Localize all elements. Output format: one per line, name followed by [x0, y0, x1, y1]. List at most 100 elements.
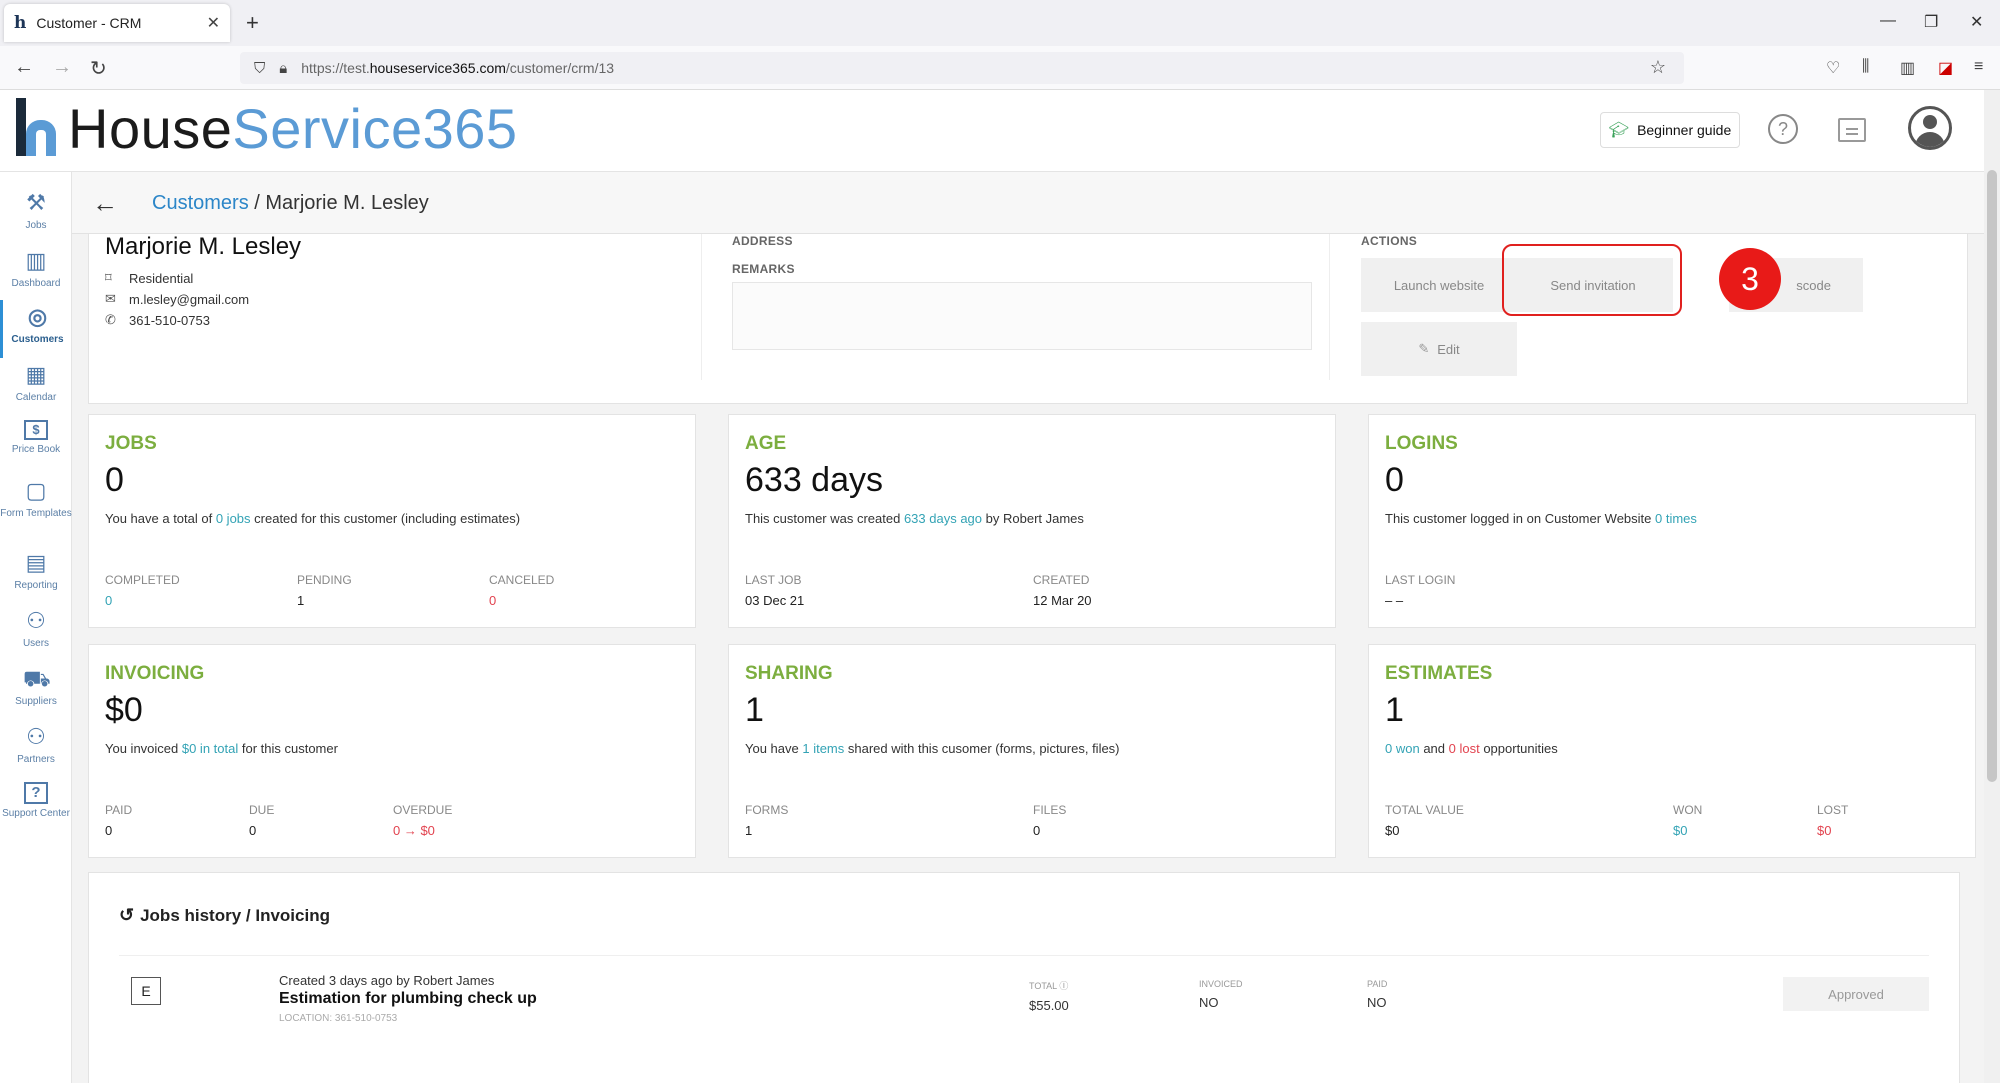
page-scrollbar[interactable]	[1984, 90, 2000, 1083]
customer-name: Marjorie M. Lesley	[105, 233, 302, 260]
launch-website-button[interactable]: Launch website	[1361, 258, 1517, 312]
jobs-link[interactable]: 0 jobs	[216, 511, 251, 526]
shield-icon: ⛉	[254, 59, 266, 77]
invoicing-value: $0	[105, 691, 143, 729]
breadcrumb-customers-link[interactable]: Customers	[152, 192, 249, 214]
history-icon: ↺	[119, 905, 135, 925]
sidebar-item-price-book[interactable]: $ Price Book	[0, 416, 72, 474]
jobs-completed: COMPLETED 0	[105, 573, 180, 608]
entry-status-badge[interactable]: Approved	[1783, 977, 1929, 1011]
step-badge: 3	[1719, 248, 1781, 310]
envelope-icon: ✉	[105, 291, 116, 306]
customer-email[interactable]: ✉ m.lesley@gmail.com	[105, 291, 249, 307]
sidebar-item-support-center[interactable]: ? Support Center	[0, 778, 72, 848]
close-window-icon[interactable]: ✕	[1970, 12, 1983, 32]
sidebar-item-dashboard[interactable]: ▥ Dashboard	[0, 244, 72, 302]
logo[interactable]: HouseService365	[12, 98, 518, 160]
invoicing-paid: PAID 0	[105, 803, 133, 838]
invoicing-overdue: OVERDUE 0 → $0	[393, 803, 453, 838]
sharing-card: SHARING 1 You have 1 items shared with t…	[728, 644, 1336, 858]
browser-tab[interactable]: h Customer - CRM ✕	[4, 4, 230, 42]
breadcrumb: Customers / Marjorie M. Lesley	[152, 192, 429, 214]
main-content: Marjorie M. Lesley ⌑ Residential ✉ m.lesle…	[72, 233, 1984, 1083]
jobs-canceled: CANCELED 0	[489, 573, 555, 608]
estimates-title: ESTIMATES	[1385, 663, 1493, 684]
sidebar-item-form-templates[interactable]: ▢ Form Templates	[0, 474, 72, 544]
sidebar-item-calendar[interactable]: ▦ Calendar	[0, 358, 72, 416]
entry-name[interactable]: Estimation for plumbing check up	[279, 990, 537, 1008]
address-bar[interactable]: ⛉ 🔒︎ https://test.houseservice365.com/cu…	[240, 52, 1684, 84]
pocket-icon[interactable]: ♡	[1826, 58, 1840, 78]
sharing-value: 1	[745, 691, 764, 729]
sidebar-toggle-icon[interactable]: ▥	[1900, 58, 1915, 78]
entry-paid: PAID NO	[1367, 979, 1388, 1010]
sidebar-item-partners[interactable]: ⚇ Partners	[0, 720, 72, 778]
bookmark-star-icon[interactable]: ☆	[1650, 57, 1666, 78]
estimates-won: WON $0	[1673, 803, 1703, 838]
url-text: https://test.houseservice365.com/custome…	[301, 60, 615, 76]
logins-last-login: LAST LOGIN – –	[1385, 573, 1456, 608]
minimize-icon[interactable]: —	[1880, 12, 1896, 30]
users-icon: ⚇	[26, 608, 46, 633]
user-avatar[interactable]	[1908, 106, 1952, 150]
age-last-job: LAST JOB 03 Dec 21	[745, 573, 805, 608]
back-icon[interactable]: ←	[14, 56, 34, 79]
estimates-total-value: TOTAL VALUE $0	[1385, 803, 1464, 838]
breadcrumb-bar: ← Customers / Marjorie M. Lesley	[72, 172, 1984, 234]
invoicing-title: INVOICING	[105, 663, 205, 684]
logo-text: HouseService365	[68, 97, 518, 160]
back-arrow-icon[interactable]: ←	[92, 188, 118, 219]
help-icon[interactable]: ?	[1768, 114, 1798, 144]
sidebar-item-reporting[interactable]: ▤ Reporting	[0, 546, 72, 604]
scrollbar-thumb[interactable]	[1987, 170, 1997, 782]
beginner-guide-button[interactable]: 🎓︎ Beginner guide	[1600, 112, 1740, 148]
browser-nav-bar: ← → ↻ ⛉ 🔒︎ https://test.houseservice365.…	[0, 46, 2000, 90]
form-icon: ▢	[25, 478, 47, 503]
age-description: This customer was created 633 days ago b…	[745, 511, 1084, 526]
sidebar-item-customers[interactable]: ◎ Customers	[0, 300, 72, 358]
sidebar-item-users[interactable]: ⚇ Users	[0, 604, 72, 662]
jobs-title: JOBS	[105, 433, 157, 454]
estimates-description: 0 won and 0 lost opportunities	[1385, 741, 1558, 756]
age-value: 633 days	[745, 461, 883, 499]
sharing-forms: FORMS 1	[745, 803, 789, 838]
divider	[119, 955, 1929, 956]
logins-card: LOGINS 0 This customer logged in on Cust…	[1368, 414, 1976, 628]
restore-icon[interactable]: ❐	[1924, 12, 1938, 32]
history-title: ↺ Jobs history / Invoicing	[119, 905, 330, 925]
entry-location: LOCATION: 361-510-0753	[279, 1013, 398, 1024]
entry-total: TOTAL ⓘ $55.00	[1029, 981, 1069, 1013]
sidebar-item-suppliers[interactable]: ⛟ Suppliers	[0, 662, 72, 720]
report-icon: ▤	[25, 550, 47, 575]
favicon-icon: h	[14, 13, 27, 33]
new-tab-button[interactable]: +	[246, 10, 259, 36]
documents-icon[interactable]	[1838, 118, 1866, 142]
forward-icon[interactable]: →	[52, 56, 72, 79]
sidebar: ⚒ Jobs ▥ Dashboard ◎ Customers ▦ Calenda…	[0, 172, 72, 1083]
browser-tab-bar: h Customer - CRM ✕ + — ❐ ✕	[0, 0, 2000, 46]
estimates-value: 1	[1385, 691, 1404, 729]
breadcrumb-current: Marjorie M. Lesley	[265, 192, 429, 214]
close-tab-icon[interactable]: ✕	[207, 13, 220, 33]
entry-type-badge: E	[131, 977, 161, 1005]
estimates-lost: LOST $0	[1817, 803, 1849, 838]
customer-profile-card: Marjorie M. Lesley ⌑ Residential ✉ m.lesle…	[88, 233, 1968, 404]
address-label: ADDRESS	[732, 234, 793, 248]
customer-phone[interactable]: ✆ 361-510-0753	[105, 312, 210, 328]
library-icon[interactable]: ⫼	[1862, 58, 1869, 76]
sidebar-item-jobs[interactable]: ⚒ Jobs	[0, 186, 72, 244]
invoicing-due: DUE 0	[249, 803, 275, 838]
remarks-field[interactable]	[732, 282, 1312, 350]
entry-invoiced: INVOICED NO	[1199, 979, 1243, 1010]
price-tag-icon: $	[24, 420, 48, 440]
extension-icon[interactable]: ◪	[1938, 58, 1953, 78]
customer-type: ⌑ Residential	[105, 270, 194, 286]
app-header: HouseService365 🎓︎ Beginner guide ?	[0, 90, 1984, 172]
edit-button[interactable]: ✎ Edit	[1361, 322, 1517, 376]
reload-icon[interactable]: ↻	[90, 56, 107, 81]
logins-value: 0	[1385, 461, 1404, 499]
divider	[1329, 234, 1330, 380]
logo-mark-icon	[12, 98, 60, 160]
menu-icon[interactable]: ≡	[1974, 58, 1983, 76]
truck-icon: ⛟	[23, 666, 51, 691]
